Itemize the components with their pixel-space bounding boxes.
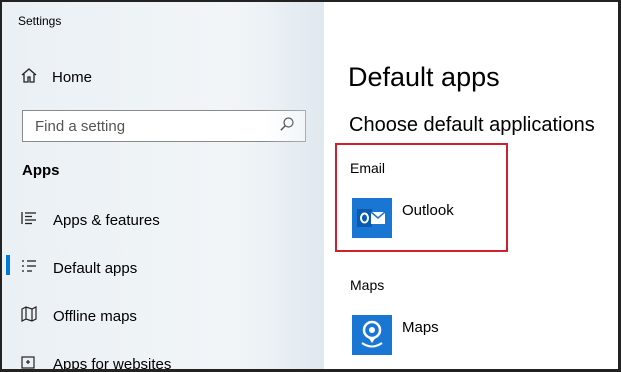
sidebar-item-home[interactable]: Home bbox=[20, 66, 92, 88]
maps-app-name: Maps bbox=[402, 319, 439, 336]
highlight-box bbox=[335, 143, 508, 252]
sidebar-item-offline-maps[interactable]: Offline maps bbox=[20, 305, 137, 327]
settings-window: Settings Home Apps Apps & features bbox=[0, 0, 621, 372]
sidebar-item-default-apps[interactable]: Default apps bbox=[20, 257, 137, 279]
sidebar-item-apps-for-websites[interactable]: Apps for websites bbox=[20, 353, 172, 372]
sidebar-item-label: Home bbox=[52, 68, 93, 86]
active-indicator bbox=[6, 255, 10, 275]
sidebar-item-apps-features[interactable]: Apps & features bbox=[20, 209, 160, 231]
default-apps-icon bbox=[20, 257, 38, 279]
window-title: Settings bbox=[18, 14, 62, 28]
home-icon bbox=[20, 66, 38, 88]
search-icon[interactable] bbox=[279, 116, 295, 137]
list-icon bbox=[20, 209, 38, 231]
web-app-icon bbox=[20, 353, 38, 369]
sidebar-item-label: Apps for websites bbox=[53, 355, 172, 372]
sidebar: Settings Home Apps Apps & features bbox=[2, 2, 324, 372]
search-input[interactable] bbox=[33, 116, 267, 136]
maps-app-button[interactable]: Maps bbox=[352, 315, 439, 355]
section-heading: Apps bbox=[22, 162, 60, 179]
maps-category-label: Maps bbox=[350, 277, 385, 293]
section-title: Choose default applications bbox=[349, 114, 595, 136]
sidebar-item-label: Apps & features bbox=[53, 211, 160, 229]
search-box[interactable] bbox=[22, 110, 306, 142]
sidebar-item-label: Default apps bbox=[53, 259, 138, 277]
page-title: Default apps bbox=[348, 62, 500, 92]
map-icon bbox=[20, 305, 38, 327]
maps-icon bbox=[352, 315, 392, 355]
sidebar-item-label: Offline maps bbox=[53, 307, 137, 325]
